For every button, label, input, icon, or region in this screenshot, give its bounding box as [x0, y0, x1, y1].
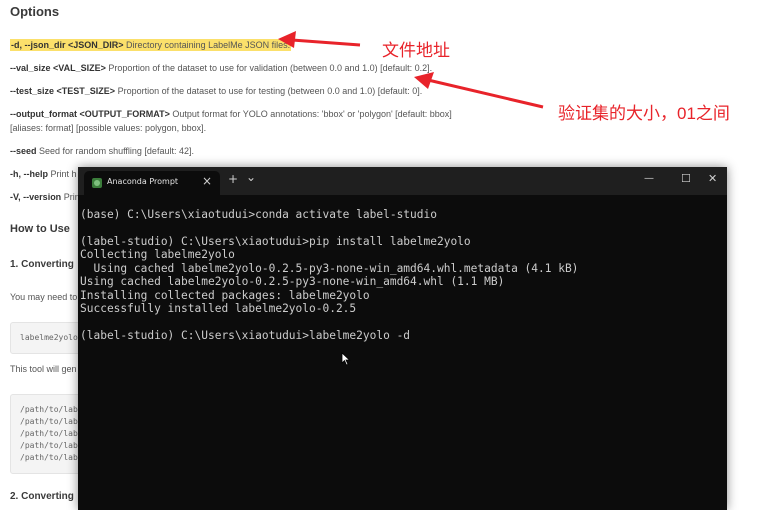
console-line: (label-studio) C:\Users\xiaotudui>pip in…: [80, 235, 471, 248]
console-line: Collecting labelme2yolo: [80, 248, 235, 261]
console-output[interactable]: (base) C:\Users\xiaotudui>conda activate…: [78, 195, 727, 510]
annotation-val-size: 验证集的大小，01之间: [558, 104, 730, 123]
tab-anaconda-prompt[interactable]: Anaconda Prompt ×: [84, 171, 220, 195]
tab-title: Anaconda Prompt: [107, 177, 179, 186]
arrow-val-size-icon: [414, 72, 544, 109]
console-prompt-line: (label-studio) C:\Users\xiaotudui>labelm…: [80, 329, 411, 342]
console-line: (base) C:\Users\xiaotudui>conda activate…: [80, 208, 437, 221]
arrow-file-address-icon: [278, 31, 361, 48]
console-line: Using cached labelme2yolo-0.2.5-py3-none…: [80, 275, 505, 288]
anaconda-prompt-window[interactable]: Anaconda Prompt × + ⌄ — ☐ ✕ (base) C:\Us…: [78, 167, 727, 510]
tab-close-icon[interactable]: ×: [202, 174, 212, 188]
annotation-file-address: 文件地址: [382, 41, 450, 60]
console-line: Successfully installed labelme2yolo-0.2.…: [80, 302, 357, 315]
minimize-icon[interactable]: —: [644, 172, 654, 186]
new-tab-icon[interactable]: +: [228, 172, 238, 186]
console-line: Using cached labelme2yolo-0.2.5-py3-none…: [80, 262, 579, 275]
close-icon[interactable]: ✕: [708, 172, 717, 186]
terminal-icon: [92, 178, 102, 188]
title-bar[interactable]: Anaconda Prompt × + ⌄ — ☐ ✕: [78, 167, 727, 195]
console-line: Installing collected packages: labelme2y…: [80, 289, 370, 302]
mouse-cursor-icon: [341, 352, 351, 366]
maximize-icon[interactable]: ☐: [681, 172, 691, 186]
chevron-down-icon[interactable]: ⌄: [246, 170, 256, 184]
